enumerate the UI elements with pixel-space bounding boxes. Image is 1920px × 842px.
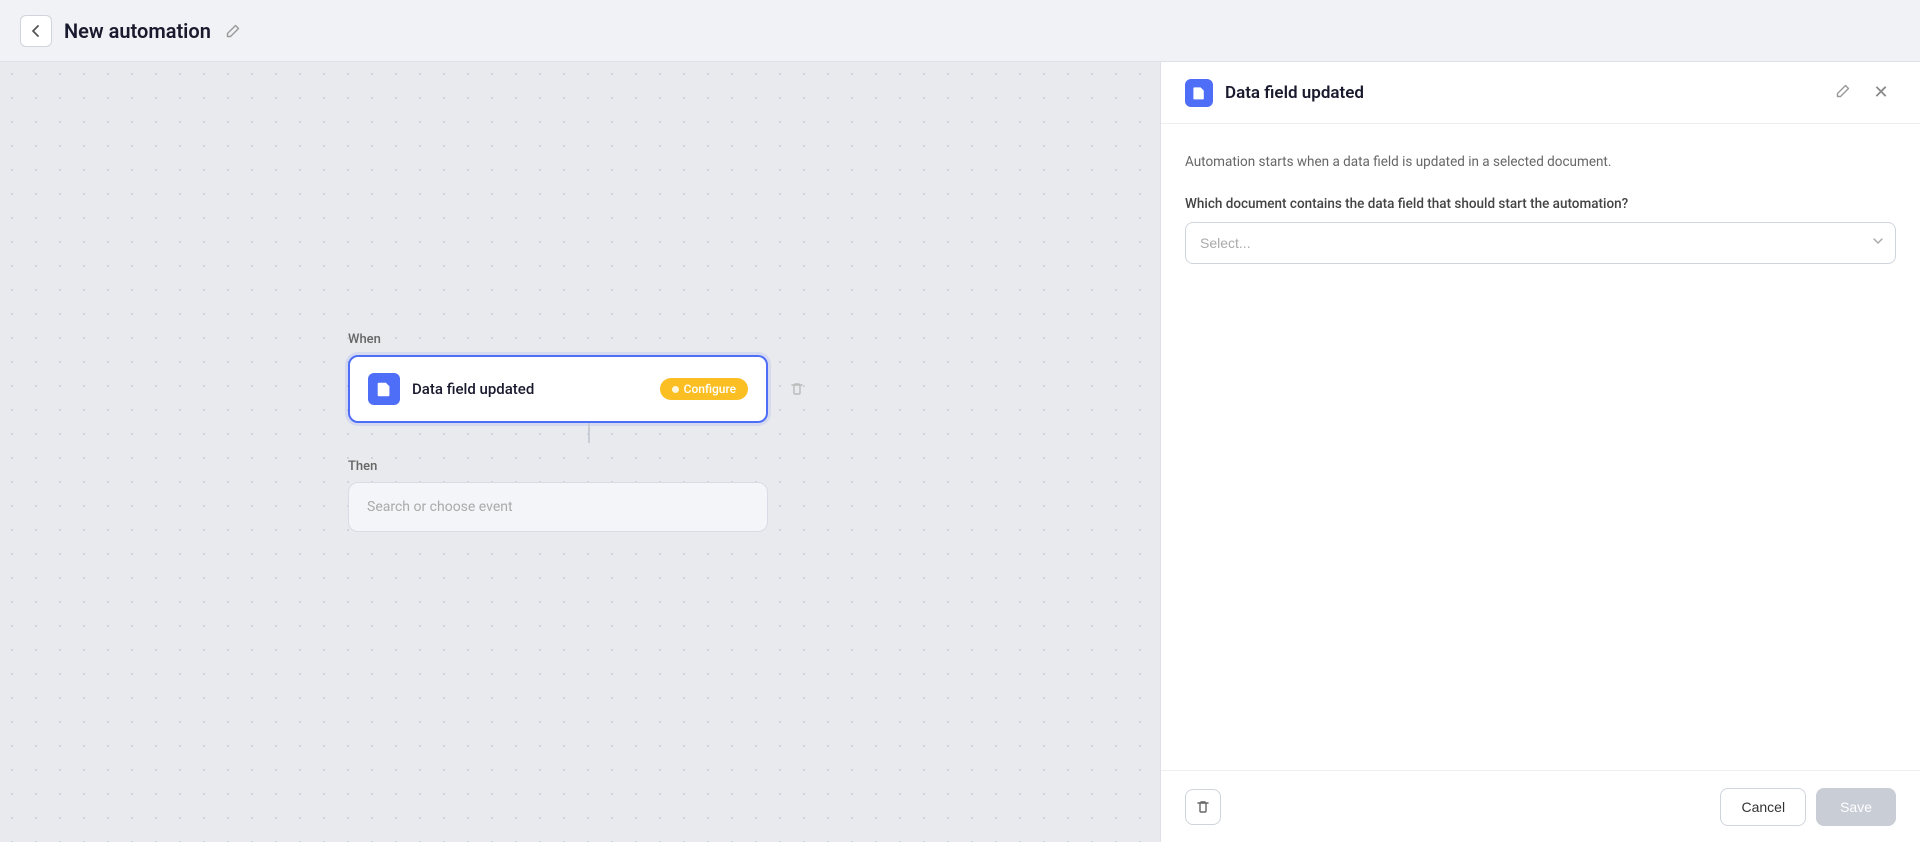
when-section: When Data field updated Configure xyxy=(348,332,812,423)
automation-description: Automation starts when a data field is u… xyxy=(1185,152,1896,172)
cancel-button[interactable]: Cancel xyxy=(1720,788,1806,826)
save-button[interactable]: Save xyxy=(1816,788,1896,826)
left-canvas: When Data field updated Configure xyxy=(0,62,1160,842)
right-panel-title: Data field updated xyxy=(1225,83,1820,103)
document-select[interactable]: Select... xyxy=(1185,222,1896,264)
main-content: When Data field updated Configure xyxy=(0,62,1920,842)
when-label: When xyxy=(348,332,812,347)
flow-connector xyxy=(588,423,590,443)
right-panel-header-icon xyxy=(1185,79,1213,107)
document-select-wrapper: Select... xyxy=(1185,222,1896,264)
action-search-placeholder: Search or choose event xyxy=(367,499,513,515)
right-panel-footer: Cancel Save xyxy=(1161,770,1920,842)
then-section: Then Search or choose event xyxy=(348,459,812,532)
right-panel-body: Automation starts when a data field is u… xyxy=(1161,124,1920,770)
trigger-card-label: Data field updated xyxy=(412,380,648,398)
then-label: Then xyxy=(348,459,812,474)
action-search-card[interactable]: Search or choose event xyxy=(348,482,768,532)
edit-title-button[interactable] xyxy=(219,17,247,45)
back-button[interactable] xyxy=(20,15,52,47)
right-panel: Data field updated ✕ Automation starts w… xyxy=(1160,62,1920,842)
action-delete-placeholder xyxy=(778,492,808,522)
top-bar: New automation xyxy=(0,0,1920,62)
title-area: New automation xyxy=(64,17,247,45)
document-question: Which document contains the data field t… xyxy=(1185,196,1896,212)
trigger-card-icon xyxy=(368,373,400,405)
trigger-card[interactable]: Data field updated Configure xyxy=(348,355,768,423)
right-panel-header: Data field updated ✕ xyxy=(1161,62,1920,124)
delete-button[interactable] xyxy=(1185,789,1221,825)
delete-trigger-button[interactable] xyxy=(782,374,812,404)
footer-right: Cancel Save xyxy=(1720,788,1896,826)
footer-left xyxy=(1185,789,1221,825)
right-panel-close-button[interactable]: ✕ xyxy=(1866,78,1896,108)
page-title: New automation xyxy=(64,19,211,43)
configure-badge[interactable]: Configure xyxy=(660,378,748,400)
automation-flow: When Data field updated Configure xyxy=(348,332,812,532)
right-panel-edit-button[interactable] xyxy=(1832,80,1854,106)
